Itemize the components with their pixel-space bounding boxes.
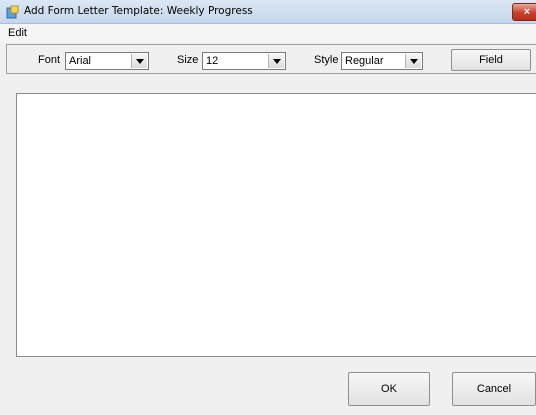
cancel-button[interactable]: Cancel xyxy=(452,372,536,406)
font-select[interactable]: Arial xyxy=(65,52,149,70)
dialog-window: Add Form Letter Template: Weekly Progres… xyxy=(0,0,536,415)
app-icon xyxy=(6,5,20,19)
font-value: Arial xyxy=(69,55,92,67)
style-label: Style xyxy=(314,54,339,66)
size-value: 12 xyxy=(206,55,219,67)
ok-button[interactable]: OK xyxy=(348,372,430,406)
close-button[interactable]: × xyxy=(512,3,536,21)
menu-edit[interactable]: Edit xyxy=(8,27,27,39)
size-select[interactable]: 12 xyxy=(202,52,286,70)
window-title: Add Form Letter Template: Weekly Progres… xyxy=(24,5,253,17)
template-editor[interactable] xyxy=(16,93,536,357)
chevron-down-icon[interactable] xyxy=(405,54,421,68)
menu-bar: Edit xyxy=(0,24,536,42)
chevron-down-icon[interactable] xyxy=(268,54,284,68)
size-label: Size xyxy=(177,54,199,66)
font-label: Font xyxy=(38,54,61,66)
chevron-down-icon[interactable] xyxy=(131,54,147,68)
close-icon: × xyxy=(523,6,531,18)
title-bar[interactable]: Add Form Letter Template: Weekly Progres… xyxy=(0,0,536,24)
button-panel: OK Cancel xyxy=(16,360,536,415)
style-select[interactable]: Regular xyxy=(341,52,423,70)
formatting-toolbar: Font Arial Size 12 Style Regular Field xyxy=(6,44,536,74)
style-value: Regular xyxy=(345,55,384,67)
field-button[interactable]: Field xyxy=(451,49,531,71)
